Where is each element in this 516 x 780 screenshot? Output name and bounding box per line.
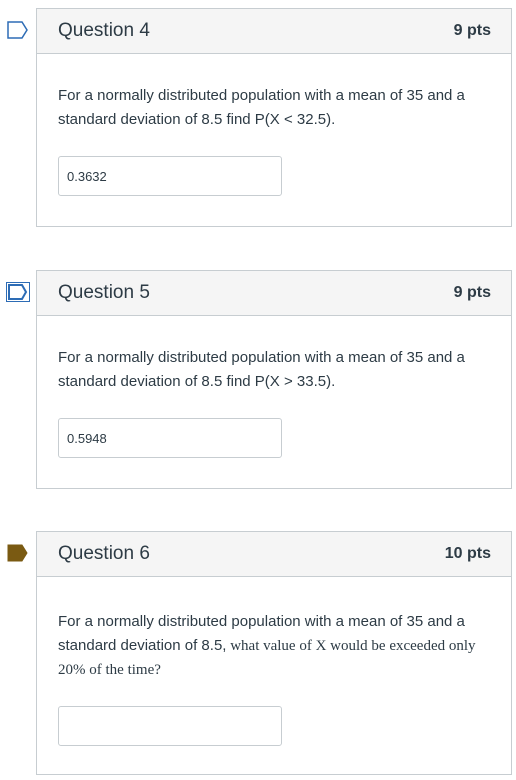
question-5-answer-input[interactable]	[58, 418, 282, 458]
question-5-title: Question 5	[58, 282, 150, 303]
question-6-header: Question 6 10 pts	[37, 532, 511, 577]
flag-question-6-icon[interactable]	[6, 543, 30, 563]
question-4-points: 9 pts	[453, 22, 491, 39]
question-4-header: Question 4 9 pts	[37, 9, 511, 54]
question-4-answer-input[interactable]	[58, 156, 282, 196]
question-5-points: 9 pts	[453, 284, 491, 301]
question-5-body: For a normally distributed population wi…	[37, 316, 511, 458]
question-6-title: Question 6	[58, 543, 150, 564]
question-6-text: For a normally distributed population wi…	[58, 610, 491, 682]
question-4-body: For a normally distributed population wi…	[37, 54, 511, 196]
flag-question-4-icon[interactable]	[6, 20, 30, 40]
question-4-title: Question 4	[58, 20, 150, 41]
question-4-text: For a normally distributed population wi…	[58, 87, 465, 128]
question-5-card: Question 5 9 pts For a normally distribu…	[36, 270, 512, 489]
question-6-card: Question 6 10 pts For a normally distrib…	[36, 531, 512, 775]
question-6-body: For a normally distributed population wi…	[37, 577, 511, 746]
question-5-header: Question 5 9 pts	[37, 271, 511, 316]
question-6-points: 10 pts	[444, 545, 491, 562]
question-4-card: Question 4 9 pts For a normally distribu…	[36, 8, 512, 227]
question-5-text: For a normally distributed population wi…	[58, 349, 465, 390]
question-6-answer-input[interactable]	[58, 706, 282, 746]
flag-question-5-icon[interactable]	[6, 282, 30, 302]
